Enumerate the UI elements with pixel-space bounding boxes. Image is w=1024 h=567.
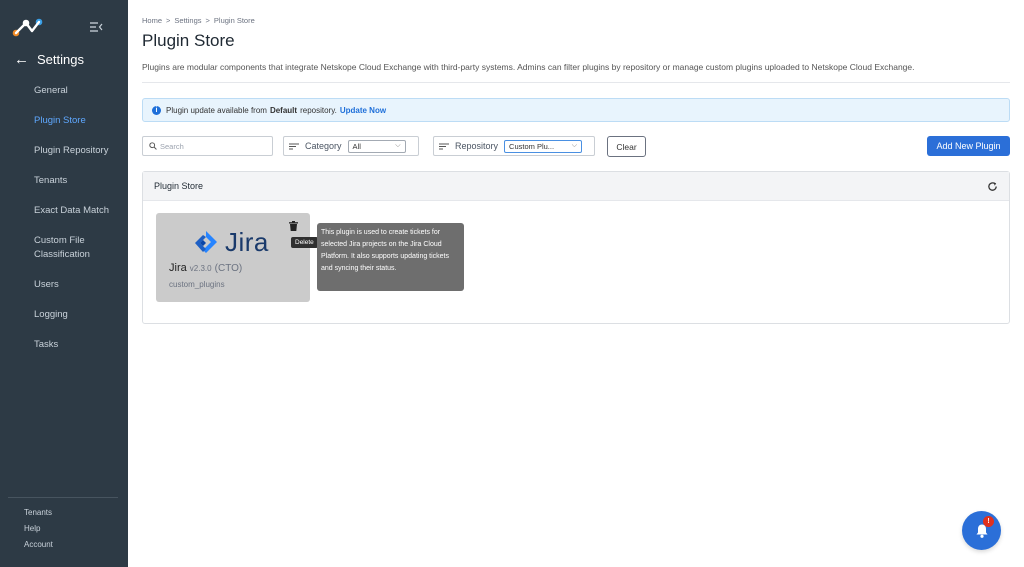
delete-tooltip: Delete	[291, 237, 318, 248]
plugin-store-panel: Plugin Store Jira Jira v2.3.0 (CTO) cust…	[142, 171, 1010, 324]
filter-lines-icon	[289, 143, 299, 149]
update-now-link[interactable]: Update Now	[340, 106, 386, 115]
search-icon	[149, 142, 157, 150]
chevron-down-icon: ⌵	[571, 142, 578, 149]
trash-icon[interactable]	[289, 221, 298, 231]
sidebar-item-tasks[interactable]: Tasks	[0, 334, 128, 356]
add-new-plugin-button[interactable]: Add New Plugin	[927, 136, 1010, 156]
page-description: Plugins are modular components that inte…	[142, 62, 915, 72]
repository-select[interactable]: Custom Plu... ⌵	[504, 139, 583, 153]
alert-suffix: repository.	[300, 105, 337, 115]
sidebar-item-logging[interactable]: Logging	[0, 304, 128, 326]
bottom-link-tenants[interactable]: Tenants	[24, 508, 53, 517]
clear-button[interactable]: Clear	[607, 136, 646, 157]
sidebar-item-tenants[interactable]: Tenants	[0, 170, 128, 192]
refresh-icon[interactable]	[987, 181, 998, 192]
plugin-title: Jira	[169, 262, 187, 274]
notification-badge: !	[983, 516, 994, 527]
sidebar-item-general[interactable]: General	[0, 80, 128, 102]
sidebar-bottom-links: Tenants Help Account	[24, 508, 53, 556]
alert-prefix: Plugin update available from	[166, 105, 267, 115]
repository-label: Repository	[455, 141, 499, 151]
breadcrumb-settings[interactable]: Settings	[174, 16, 201, 25]
info-icon: i	[152, 105, 161, 115]
plugin-tag: (CTO)	[214, 263, 243, 274]
sidebar-divider	[8, 497, 118, 498]
plugin-name: Jira v2.3.0 (CTO)	[169, 262, 242, 274]
search-input[interactable]	[160, 141, 260, 151]
page-title: Plugin Store	[142, 31, 235, 50]
alert-repo-name: Default	[269, 105, 298, 115]
panel-header: Plugin Store	[143, 172, 1009, 201]
repository-filter: Repository Custom Plu... ⌵	[433, 136, 595, 156]
header-divider	[142, 82, 1010, 83]
bottom-link-account[interactable]: Account	[24, 540, 53, 549]
back-to-settings[interactable]: ← Settings	[14, 52, 84, 67]
category-value: All	[352, 141, 361, 151]
settings-nav: General Plugin Store Plugin Repository T…	[0, 80, 128, 364]
breadcrumb: Home > Settings > Plugin Store	[142, 16, 255, 25]
update-alert: i Plugin update available from Default r…	[142, 98, 1010, 122]
breadcrumb-home[interactable]: Home	[142, 16, 162, 25]
chevron-down-icon: ⌵	[395, 142, 401, 149]
panel-title: Plugin Store	[154, 181, 204, 191]
jira-logo: Jira	[193, 229, 269, 255]
toolbar: Category All ⌵ Repository Custom Plu... …	[142, 136, 1010, 158]
sidebar-item-custom-file-classification[interactable]: Custom File Classification	[0, 230, 128, 266]
search-box[interactable]	[142, 136, 273, 156]
sidebar: ← Settings General Plugin Store Plugin R…	[0, 0, 128, 567]
jira-wordmark: Jira	[225, 227, 269, 257]
category-label: Category	[305, 141, 342, 151]
breadcrumb-current: Plugin Store	[213, 16, 255, 25]
jira-icon	[195, 231, 217, 253]
sidebar-item-plugin-repository[interactable]: Plugin Repository	[0, 140, 128, 162]
settings-title: Settings	[37, 52, 84, 67]
category-filter: Category All ⌵	[283, 136, 419, 156]
breadcrumb-separator: >	[205, 16, 210, 25]
sidebar-item-exact-data-match[interactable]: Exact Data Match	[0, 200, 128, 222]
filter-lines-icon	[439, 143, 449, 149]
sidebar-item-users[interactable]: Users	[0, 274, 128, 296]
plugin-repository: custom_plugins	[169, 280, 225, 289]
collapse-sidebar-icon[interactable]	[89, 20, 103, 34]
back-arrow-icon: ←	[14, 51, 29, 68]
repository-value: Custom Plu...	[509, 141, 555, 151]
netskope-logo-icon[interactable]	[12, 16, 44, 38]
plugin-description-tooltip: This plugin is used to create tickets fo…	[317, 223, 464, 291]
notifications-button[interactable]	[962, 511, 1001, 550]
breadcrumb-separator: >	[166, 16, 171, 25]
plugin-version: v2.3.0	[189, 264, 212, 273]
plugin-card-jira[interactable]: Jira Jira v2.3.0 (CTO) custom_plugins	[156, 213, 310, 302]
bottom-link-help[interactable]: Help	[24, 524, 53, 533]
sidebar-item-plugin-store[interactable]: Plugin Store	[0, 110, 128, 132]
category-select[interactable]: All ⌵	[347, 139, 406, 153]
